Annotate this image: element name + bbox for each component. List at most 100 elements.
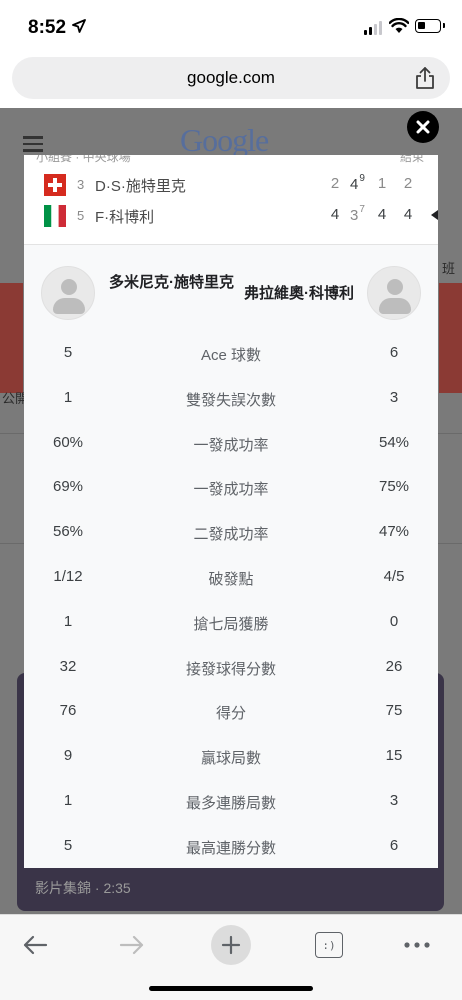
stat-label: 一發成功率: [193, 481, 269, 499]
stat-right-value: 47%: [378, 523, 410, 541]
more-button[interactable]: [395, 923, 439, 967]
stat-left-value: 1/12: [53, 567, 83, 585]
stat-left-value: 1: [63, 388, 73, 406]
forward-arrow-icon: [119, 935, 144, 955]
close-icon: [416, 120, 430, 134]
more-icon: [404, 942, 430, 948]
stat-label: 雙發失誤次數: [185, 391, 276, 409]
stat-right-value: 6: [389, 836, 399, 854]
stat-left-value: 69%: [52, 478, 84, 496]
player-seed: 3: [77, 177, 85, 192]
stat-row: 69% 一發成功率 75%: [24, 465, 438, 510]
address-bar[interactable]: google.com: [12, 57, 450, 99]
tabs-icon: :): [315, 932, 343, 958]
right-player-name: 弗拉維奧·科博利: [244, 285, 354, 302]
stat-label: 贏球局數: [200, 750, 261, 768]
tabs-button[interactable]: :): [307, 923, 351, 967]
stat-label: 搶七局獲勝: [193, 615, 269, 633]
swiss-flag-icon: [44, 174, 66, 196]
winner-indicator-icon: [431, 210, 438, 220]
stat-row: 76 得分 75: [24, 689, 438, 734]
stat-right-value: 3: [389, 791, 399, 809]
status-time: 8:52: [28, 17, 67, 38]
stat-left-value: 5: [63, 836, 73, 854]
home-indicator: [149, 986, 313, 991]
stat-right-value: 4/5: [383, 567, 405, 585]
stat-row: 1 雙發失誤次數 3: [24, 376, 438, 421]
back-button[interactable]: [13, 923, 57, 967]
stat-left-value: 1: [63, 791, 73, 809]
match-stats-modal: 小組賽 · 中央球場 結束 3 D·S·施特里克 2 49 1 2 5 F·科博…: [24, 155, 438, 868]
new-tab-button[interactable]: [209, 923, 253, 967]
plus-icon: [221, 935, 241, 955]
stat-right-value: 0: [389, 612, 399, 630]
stat-row: 32 接發球得分數 26: [24, 645, 438, 690]
stat-row: 5 最高連勝分數 6: [24, 824, 438, 868]
scoreboard-header-left: 小組賽 · 中央球場: [36, 155, 131, 164]
forward-button[interactable]: [110, 923, 154, 967]
location-arrow-icon: [72, 19, 86, 33]
stat-left-value: 56%: [52, 523, 84, 541]
google-logo: Google: [180, 122, 269, 158]
close-button[interactable]: [407, 111, 439, 143]
stat-left-value: 1: [63, 612, 73, 630]
stat-right-value: 26: [385, 657, 403, 675]
stat-label: 接發球得分數: [185, 660, 276, 678]
set-score: 4: [330, 206, 340, 223]
avatar: [367, 266, 421, 320]
players-header: 多米尼克·施特里克 弗拉維奧·科博利: [24, 255, 438, 331]
set-score: 2: [403, 175, 413, 192]
stat-label: Ace 球數: [200, 347, 261, 364]
stat-right-value: 6: [389, 344, 399, 361]
stat-label: 最多連勝局數: [185, 794, 276, 812]
set-score: 1: [377, 175, 387, 192]
status-bar: 8:52: [0, 0, 462, 52]
stat-right-value: 75%: [378, 478, 410, 496]
italian-flag-icon: [44, 205, 66, 227]
battery-icon: [415, 19, 445, 33]
stat-left-value: 32: [59, 657, 77, 675]
set-score: 4: [403, 206, 413, 223]
stat-right-value: 3: [389, 388, 399, 406]
share-icon[interactable]: [414, 66, 436, 90]
stat-label: 最高連勝分數: [185, 839, 276, 857]
background-banner-left: [0, 283, 23, 393]
score-row-player-1: 3 D·S·施特里克 2 49 1 2: [24, 170, 438, 198]
stat-label: 二發成功率: [193, 526, 269, 544]
wifi-icon: [389, 18, 409, 33]
set-score: 4: [377, 206, 387, 223]
background-edge-text-right: 班: [442, 261, 456, 276]
set-score: 37: [350, 204, 365, 224]
stat-left-value: 76: [59, 702, 77, 720]
back-arrow-icon: [23, 935, 48, 955]
stat-left-value: 9: [63, 747, 73, 765]
stat-label: 破發點: [208, 570, 254, 588]
scoreboard-header-right: 結束: [399, 155, 424, 164]
stat-left-value: 5: [63, 344, 73, 361]
stat-row: 1 搶七局獲勝 0: [24, 600, 438, 645]
stat-row: 5 Ace 球數 6: [24, 331, 438, 376]
stat-right-value: 15: [385, 747, 403, 765]
stat-row: 60% 一發成功率 54%: [24, 421, 438, 466]
background-banner-right: [439, 283, 462, 393]
stat-right-value: 75: [385, 702, 403, 720]
stat-left-value: 60%: [52, 433, 84, 451]
stat-row: 9 贏球局數 15: [24, 734, 438, 779]
set-score: 49: [350, 173, 365, 193]
url-text: google.com: [187, 68, 275, 87]
menu-icon: [23, 136, 43, 156]
stat-label: 一發成功率: [193, 436, 269, 454]
player-seed: 5: [77, 208, 85, 223]
left-player-name: 多米尼克·施特里克: [109, 274, 234, 291]
set-score: 2: [330, 175, 340, 192]
scoreboard: 小組賽 · 中央球場 結束 3 D·S·施特里克 2 49 1 2 5 F·科博…: [24, 155, 438, 245]
player-name: D·S·施特里克: [95, 178, 186, 195]
stat-row: 1/12 破發點 4/5: [24, 555, 438, 600]
avatar: [41, 266, 95, 320]
stat-right-value: 54%: [378, 433, 410, 451]
stat-label: 得分: [215, 705, 246, 723]
player-name: F·科博利: [95, 209, 155, 226]
score-row-player-2: 5 F·科博利 4 37 4 4: [24, 201, 438, 229]
stat-row: 56% 二發成功率 47%: [24, 510, 438, 555]
stats-table: 5 Ace 球數 6 1 雙發失誤次數 3 60% 一發成功率 54% 69% …: [24, 331, 438, 868]
